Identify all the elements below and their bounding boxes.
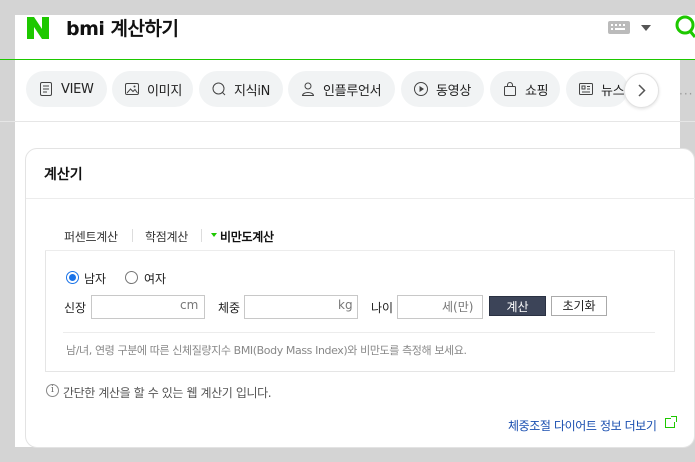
age-label: 나이 [371,301,394,315]
info-text: 간단한 계산을 할 수 있는 웹 계산기 입니다. [63,386,272,400]
reset-button[interactable]: 초기화 [551,296,607,316]
tab-view[interactable]: VIEW [26,71,107,107]
tab-video[interactable]: 동영상 [401,71,484,107]
divider [0,121,695,122]
more-menu-icon[interactable]: ··· [679,87,693,101]
bag-icon [502,81,518,97]
calculate-button[interactable]: 계산 [489,296,546,316]
tab-label: 쇼핑 [525,83,549,99]
tab-label: 동영상 [436,83,471,99]
search-tabs: VIEW 이미지 지식iN 인플루언서 동영상 쇼핑 뉴스 [0,71,695,109]
tab-shopping[interactable]: 쇼핑 [490,71,560,107]
tab-label: 뉴스 [601,83,625,99]
calculator-tabs [45,217,675,251]
divider [132,229,133,242]
tabs-next-button[interactable] [624,73,659,108]
divider [201,229,202,242]
gender-male-label[interactable]: 남자 [84,270,106,287]
tab-label: VIEW [61,81,94,97]
search-query[interactable]: bmi 계산하기 [66,14,179,41]
external-link-icon[interactable] [665,416,677,428]
info-icon: i [46,384,59,397]
naver-logo[interactable] [26,16,50,40]
height-label: 신장 [64,301,87,315]
tab-image[interactable]: 이미지 [112,71,193,107]
gender-female-label[interactable]: 여자 [144,270,166,287]
keyboard-icon[interactable] [608,21,630,34]
page: bmi 계산하기 VIEW 이미지 지식iN 인플루언서 동영상 쇼핑 뉴스 ·… [0,0,695,462]
tab-news[interactable]: 뉴스 [566,71,628,107]
tab-bmi-calc[interactable]: 비만도계산 [220,228,274,245]
height-unit: cm [180,298,199,312]
view-icon [38,81,54,97]
image-icon [124,81,140,97]
play-icon [413,81,429,97]
tab-label: 이미지 [147,83,182,99]
gender-female-radio[interactable] [125,271,138,284]
search-bar-underline [0,59,695,60]
weight-unit: kg [338,298,353,312]
card-title: 계산기 [44,167,83,183]
tab-influencer[interactable]: 인플루언서 [288,71,395,107]
chevron-down-icon[interactable] [641,25,651,31]
tab-label: 지식iN [234,83,271,99]
tab-grade-calc[interactable]: 학점계산 [145,228,188,245]
weight-label: 체중 [218,301,241,315]
chevron-right-icon [638,84,646,97]
divider [26,198,695,199]
tab-percent-calc[interactable]: 퍼센트계산 [64,228,118,245]
tab-kin[interactable]: 지식iN [199,71,283,107]
more-info-link[interactable]: 체중조절 다이어트 정보 더보기 [508,417,657,434]
age-unit: 세(만) [442,300,474,314]
search-icon[interactable] [672,14,695,44]
gender-male-radio[interactable] [66,271,79,284]
news-icon [578,81,594,97]
kin-icon [211,81,227,97]
active-tab-marker-icon [211,233,217,237]
calculator-description: 남/녀, 연령 구분에 따른 신체질량지수 BMI(Body Mass Inde… [66,344,467,357]
tab-label: 인플루언서 [323,83,382,99]
divider [63,332,655,333]
person-icon [300,81,316,97]
